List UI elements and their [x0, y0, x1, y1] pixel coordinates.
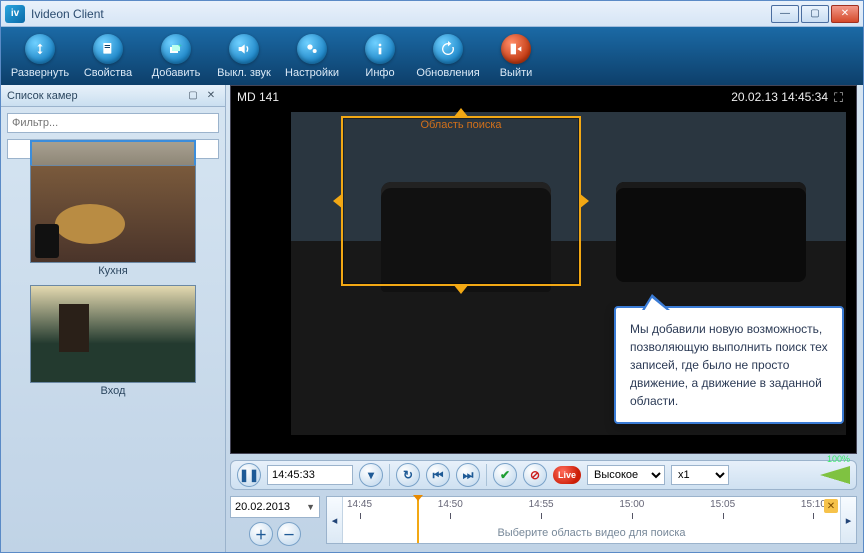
- sidebar-title: Список камер: [7, 90, 78, 102]
- toolbar-updates-label: Обновления: [416, 67, 479, 79]
- camera-list: MDC-4240 Кухня Вход: [1, 139, 225, 552]
- toolbar-settings-label: Настройки: [285, 67, 339, 79]
- prev-event-button[interactable]: ⏮: [426, 463, 450, 487]
- toolbar-updates[interactable]: Обновления: [417, 29, 479, 83]
- main-toolbar: Развернуть Свойства + Добавить Выкл. зву…: [1, 27, 863, 85]
- app-window: iv Ivideon Client — ▢ ✕ Развернуть Свойс…: [0, 0, 864, 553]
- timeline-tick: 15:05: [710, 499, 735, 517]
- video-fullscreen-icon[interactable]: ⛶: [834, 90, 850, 106]
- chevron-down-icon: ▼: [306, 502, 315, 512]
- zoom-out-button[interactable]: －: [277, 522, 301, 546]
- cancel-button[interactable]: ⊘: [523, 463, 547, 487]
- main-area: MD 141 20.02.13 14:45:34 ⛶ Область поиск…: [226, 85, 863, 552]
- toolbar-properties[interactable]: Свойства: [77, 29, 139, 83]
- video-timestamp: 20.02.13 14:45:34: [731, 90, 828, 104]
- filter-input[interactable]: [7, 113, 219, 133]
- playback-controls: ❚❚ 14:45:33 ▾ ↻ ⏮ ⏭ ✔ ⊘ Live Высокое x1: [230, 460, 857, 490]
- maximize-button[interactable]: ▢: [801, 5, 829, 23]
- add-icon: +: [161, 34, 191, 64]
- updates-icon: [433, 34, 463, 64]
- selection-handle-bottom[interactable]: [453, 284, 469, 294]
- video-viewport[interactable]: MD 141 20.02.13 14:45:34 ⛶ Область поиск…: [230, 85, 857, 454]
- timeline-scroll-right[interactable]: ▸: [840, 497, 856, 543]
- search-area-selection[interactable]: Область поиска: [341, 116, 581, 286]
- camera-item[interactable]: MDC-4240: [7, 139, 219, 159]
- selection-label: Область поиска: [343, 117, 579, 131]
- date-zoom-group: 20.02.2013 ▼ ＋ －: [230, 496, 320, 546]
- live-badge[interactable]: Live: [553, 466, 581, 484]
- selection-handle-left[interactable]: [333, 193, 343, 209]
- video-camera-label: MD 141: [237, 90, 279, 104]
- timeline-row: 20.02.2013 ▼ ＋ － ◂ 14:45 14:50 14:55 15:…: [230, 496, 857, 546]
- sidebar-header: Список камер ▢ ✕: [1, 85, 225, 107]
- toolbar-expand-label: Развернуть: [11, 67, 69, 79]
- sidebar-undock-icon[interactable]: ▢: [185, 88, 201, 104]
- timeline-tick: 14:45: [347, 499, 372, 517]
- title-bar: iv Ivideon Client — ▢ ✕: [1, 1, 863, 27]
- camera-item[interactable]: Вход: [7, 285, 219, 399]
- sidebar-close-icon[interactable]: ✕: [203, 88, 219, 104]
- exit-icon: [501, 34, 531, 64]
- toolbar-settings[interactable]: Настройки: [281, 29, 343, 83]
- minimize-button[interactable]: —: [771, 5, 799, 23]
- feature-callout: Мы добавили новую возможность, позволяющ…: [614, 306, 844, 424]
- camera-caption: Вход: [7, 383, 219, 399]
- zoom-in-button[interactable]: ＋: [249, 522, 273, 546]
- replay-button[interactable]: ↻: [396, 463, 420, 487]
- properties-icon: [93, 34, 123, 64]
- volume-slider[interactable]: 100%: [790, 466, 850, 484]
- timeline-close-icon[interactable]: ✕: [824, 499, 838, 513]
- timeline-tick: 15:00: [619, 499, 644, 517]
- settings-icon: [297, 34, 327, 64]
- app-logo: iv: [5, 5, 25, 23]
- timeline-tick: 14:55: [529, 499, 554, 517]
- camera-sidebar: Список камер ▢ ✕ MDC-4240 Кухня: [1, 85, 226, 552]
- body: Список камер ▢ ✕ MDC-4240 Кухня: [1, 85, 863, 552]
- quality-select[interactable]: Высокое: [587, 465, 665, 485]
- time-display[interactable]: 14:45:33: [267, 465, 353, 485]
- timeline[interactable]: ◂ 14:45 14:50 14:55 15:00 15:05 15:10 Вы…: [326, 496, 857, 544]
- camera-thumbnail: [30, 165, 196, 263]
- volume-percent: 100%: [827, 454, 850, 464]
- time-step-button[interactable]: ▾: [359, 463, 383, 487]
- volume-triangle-icon: [790, 466, 850, 484]
- camera-item[interactable]: Кухня: [7, 165, 219, 279]
- toolbar-info-label: Инфо: [365, 67, 394, 79]
- expand-icon: [25, 34, 55, 64]
- toolbar-mute[interactable]: Выкл. звук: [213, 29, 275, 83]
- timeline-tick: 14:50: [438, 499, 463, 517]
- svg-text:+: +: [178, 42, 182, 49]
- toolbar-expand[interactable]: Развернуть: [9, 29, 71, 83]
- play-pause-button[interactable]: ❚❚: [237, 463, 261, 487]
- next-event-button[interactable]: ⏭: [456, 463, 480, 487]
- date-value: 20.02.2013: [235, 501, 290, 513]
- toolbar-add[interactable]: + Добавить: [145, 29, 207, 83]
- date-picker[interactable]: 20.02.2013 ▼: [230, 496, 320, 518]
- toolbar-exit[interactable]: Выйти: [485, 29, 547, 83]
- window-title: Ivideon Client: [31, 7, 769, 21]
- filter-wrap: [1, 107, 225, 139]
- callout-text: Мы добавили новую возможность, позволяющ…: [630, 322, 828, 408]
- timeline-tick: 15:10: [801, 499, 826, 517]
- mute-icon: [229, 34, 259, 64]
- toolbar-add-label: Добавить: [152, 67, 201, 79]
- toolbar-exit-label: Выйти: [500, 67, 533, 79]
- camera-thumbnail: [30, 285, 196, 383]
- info-icon: [365, 34, 395, 64]
- toolbar-info[interactable]: Инфо: [349, 29, 411, 83]
- time-value: 14:45:33: [272, 469, 315, 481]
- separator: [486, 464, 487, 486]
- camera-caption: Кухня: [7, 263, 219, 279]
- toolbar-mute-label: Выкл. звук: [217, 67, 271, 79]
- timeline-hint: Выберите область видео для поиска: [327, 527, 856, 539]
- close-button[interactable]: ✕: [831, 5, 859, 23]
- separator: [389, 464, 390, 486]
- toolbar-properties-label: Свойства: [84, 67, 132, 79]
- selection-handle-right[interactable]: [579, 193, 589, 209]
- speed-select[interactable]: x1: [671, 465, 729, 485]
- confirm-button[interactable]: ✔: [493, 463, 517, 487]
- selection-handle-top[interactable]: [453, 108, 469, 118]
